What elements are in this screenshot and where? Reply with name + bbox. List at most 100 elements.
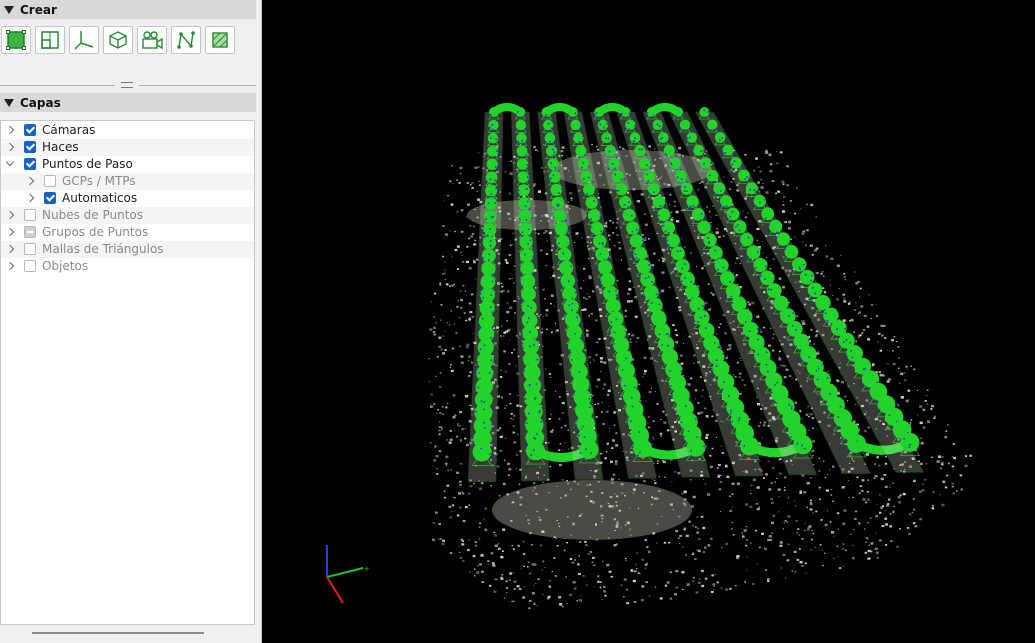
tie-point [658,333,661,336]
cloud-point [445,462,448,465]
left-panel: Crear Capas Cámaras Haces Puntos de Paso… [0,0,262,643]
layer-row-mallas-de-triángulos[interactable]: Mallas de Triángulos [1,241,254,258]
cloud-point [709,465,713,469]
cloud-point [681,588,684,590]
tie-point [874,399,877,402]
cloud-point [444,278,447,280]
cloud-point [911,511,914,514]
tie-point [583,436,586,438]
cloud-point [701,584,705,588]
cloud-point [444,496,447,499]
tie-point [521,139,523,142]
splitter-grip-icon[interactable] [121,82,133,88]
tie-point [549,177,552,179]
cloud-point [718,463,721,467]
tie-point [702,305,704,307]
cloud-point [683,490,687,494]
horizontal-scrollbar[interactable] [0,625,255,642]
layer-checkbox[interactable] [24,124,36,136]
cloud-point [898,357,900,359]
layer-row-grupos-de-puntos[interactable]: Grupos de Puntos [1,224,254,241]
camera-marker [697,220,711,234]
layer-checkbox[interactable] [24,141,36,153]
scrollbar-thumb[interactable] [32,632,204,634]
panel-splitter[interactable] [0,82,256,88]
cloud-point [690,377,693,380]
cloud-point [663,541,667,544]
tie-point [704,315,706,317]
expand-arrow-right-icon[interactable] [5,142,15,152]
layer-checkbox[interactable] [24,226,36,238]
cloud-point [608,431,610,433]
cloud-point [857,313,859,315]
3d-viewport[interactable]: + [262,0,1035,643]
cloud-point [910,419,913,421]
tie-point [709,174,711,177]
expand-arrow-right-icon[interactable] [25,176,35,186]
expand-arrow-right-icon[interactable] [25,193,35,203]
cloud-point [788,497,790,499]
polyline-tool-button[interactable] [171,26,201,54]
layer-row-nubes-de-puntos[interactable]: Nubes de Puntos [1,207,254,224]
expand-arrow-right-icon[interactable] [5,261,15,271]
expand-arrow-right-icon[interactable] [5,227,15,237]
collapse-triangle-icon[interactable] [4,98,14,107]
layer-checkbox[interactable] [24,158,36,170]
cloud-point [889,525,892,528]
layer-checkbox[interactable] [24,260,36,272]
tie-point [730,409,732,412]
tie-point [529,239,532,241]
cloud-point [698,538,701,541]
cloud-point [509,572,513,575]
expand-arrow-right-icon[interactable] [5,210,15,220]
expand-arrow-right-icon[interactable] [5,125,15,135]
expand-arrow-right-icon[interactable] [5,244,15,254]
tie-point [588,176,590,179]
tie-point [576,316,578,319]
expand-arrow-down-icon[interactable] [5,157,15,167]
tie-point [667,232,670,234]
layer-checkbox[interactable] [24,243,36,255]
cloud-point [509,402,512,405]
tie-point [552,216,555,219]
cloud-point [433,403,436,406]
subregion-tool-button[interactable] [35,26,65,54]
layers-section-title: Capas [20,95,61,110]
collapse-triangle-icon[interactable] [4,5,14,14]
tie-point [730,295,733,298]
axes-tool-button[interactable] [69,26,99,54]
tie-point [724,296,727,299]
layer-row-automaticos[interactable]: Automaticos [1,190,254,207]
camera-marker [640,272,655,287]
cloud-point [505,405,508,407]
tie-point [661,137,664,139]
cloud-point [469,184,472,186]
cloud-point [776,162,779,165]
crop-tool-button[interactable] [205,26,235,54]
layer-checkbox[interactable] [44,175,56,187]
layer-row-haces[interactable]: Haces [1,139,254,156]
layer-row-gcps-mtps[interactable]: GCPs / MTPs [1,173,254,190]
create-section-header[interactable]: Crear [0,0,256,19]
tie-point [661,220,664,223]
tie-point [675,117,678,119]
camera-tool-button[interactable] [137,26,167,54]
cloud-point [758,546,761,549]
cloud-point [512,425,515,427]
cloud-point [500,369,502,371]
layer-checkbox[interactable] [44,192,56,204]
tie-point [549,141,551,143]
cloud-point [629,338,632,340]
layer-checkbox[interactable] [24,209,36,221]
layer-row-puntos-de-paso[interactable]: Puntos de Paso [1,156,254,173]
region-tool-button[interactable] [1,26,31,54]
layers-section-header[interactable]: Capas [0,93,256,112]
cloud-point [868,544,870,546]
cloud-point [859,296,861,298]
layer-row-cámaras[interactable]: Cámaras [1,122,254,139]
layer-row-objetos[interactable]: Objetos [1,258,254,275]
cloud-point [438,426,441,428]
cloud-point [812,512,814,514]
box-tool-button[interactable] [103,26,133,54]
tie-point [903,437,905,440]
